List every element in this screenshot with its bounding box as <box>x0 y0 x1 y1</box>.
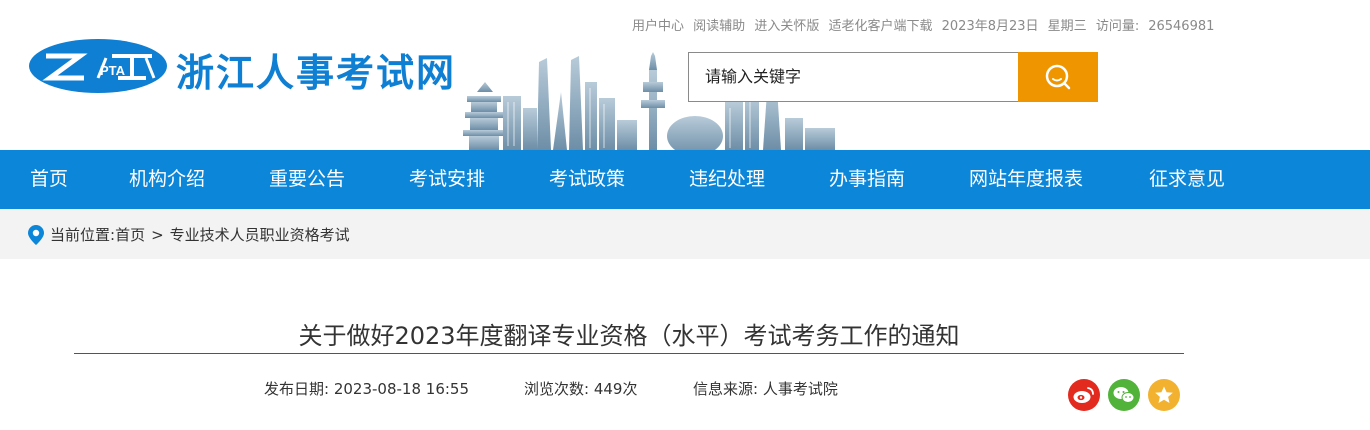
site-header: 用户中心 阅读辅助 进入关怀版 适老化客户端下载 2023年8月23日 星期三 … <box>0 0 1370 150</box>
source-value: 人事考试院 <box>762 380 838 398</box>
nav-exam-schedule[interactable]: 考试安排 <box>409 150 485 209</box>
publish-label: 发布日期: <box>264 380 330 398</box>
search-button[interactable] <box>1018 52 1098 102</box>
search-icon <box>1045 64 1071 90</box>
publish-date: 发布日期: 2023-08-18 16:55 <box>264 378 469 399</box>
current-date: 2023年8月23日 <box>941 19 1039 34</box>
current-weekday: 星期三 <box>1047 19 1087 34</box>
share-wechat-button[interactable] <box>1108 379 1140 411</box>
nav-home[interactable]: 首页 <box>30 150 68 209</box>
share-weibo-button[interactable] <box>1068 379 1100 411</box>
wechat-icon <box>1113 387 1135 403</box>
views-value: 449次 <box>593 380 638 398</box>
site-logo[interactable]: PTA <box>28 38 168 94</box>
location-pin-icon <box>28 224 44 245</box>
user-center-link[interactable]: 用户中心 <box>632 19 684 34</box>
breadcrumb-current[interactable]: 专业技术人员职业资格考试 <box>170 224 350 245</box>
logo-ellipse: PTA <box>29 39 167 93</box>
breadcrumb-separator: > <box>151 225 164 244</box>
logo-text: PTA <box>100 63 126 78</box>
weibo-icon <box>1073 387 1094 403</box>
title-divider <box>74 353 1184 354</box>
view-count: 浏览次数: 449次 <box>524 378 637 399</box>
publish-value: 2023-08-18 16:55 <box>333 380 470 398</box>
search-box: 请输入关键字 <box>688 52 1098 102</box>
nav-announcements[interactable]: 重要公告 <box>269 150 345 209</box>
elder-client-link[interactable]: 适老化客户端下载 <box>828 19 932 34</box>
article-title: 关于做好2023年度翻译专业资格（水平）考试考务工作的通知 <box>298 322 960 350</box>
site-title[interactable]: 浙江人事考试网 <box>176 42 456 97</box>
source-label: 信息来源: <box>693 380 759 398</box>
care-mode-link[interactable]: 进入关怀版 <box>754 19 819 34</box>
main-nav: 首页 机构介绍 重要公告 考试安排 考试政策 违纪处理 办事指南 网站年度报表 … <box>0 150 1370 209</box>
favorite-button[interactable] <box>1148 379 1180 411</box>
visits-count: 26546981 <box>1148 19 1215 34</box>
nav-about[interactable]: 机构介绍 <box>129 150 205 209</box>
nav-annual-report[interactable]: 网站年度报表 <box>969 150 1083 209</box>
breadcrumb-home[interactable]: 首页 <box>115 224 145 245</box>
star-icon <box>1155 386 1173 403</box>
nav-violations[interactable]: 违纪处理 <box>689 150 765 209</box>
visits-label: 访问量: <box>1095 19 1140 34</box>
nav-service-guide[interactable]: 办事指南 <box>829 150 905 209</box>
top-links: 用户中心 阅读辅助 进入关怀版 适老化客户端下载 2023年8月23日 星期三 … <box>632 15 1219 34</box>
info-source: 信息来源: 人事考试院 <box>693 378 838 399</box>
nav-feedback[interactable]: 征求意见 <box>1149 150 1225 209</box>
nav-exam-policy[interactable]: 考试政策 <box>549 150 625 209</box>
breadcrumb-bar: 当前位置: 首页 > 专业技术人员职业资格考试 <box>0 209 1370 259</box>
breadcrumb: 当前位置: 首页 > 专业技术人员职业资格考试 <box>28 224 350 245</box>
breadcrumb-label: 当前位置: <box>50 226 116 244</box>
reading-aid-link[interactable]: 阅读辅助 <box>693 19 745 34</box>
search-input[interactable]: 请输入关键字 <box>688 52 1018 102</box>
views-label: 浏览次数: <box>524 380 590 398</box>
